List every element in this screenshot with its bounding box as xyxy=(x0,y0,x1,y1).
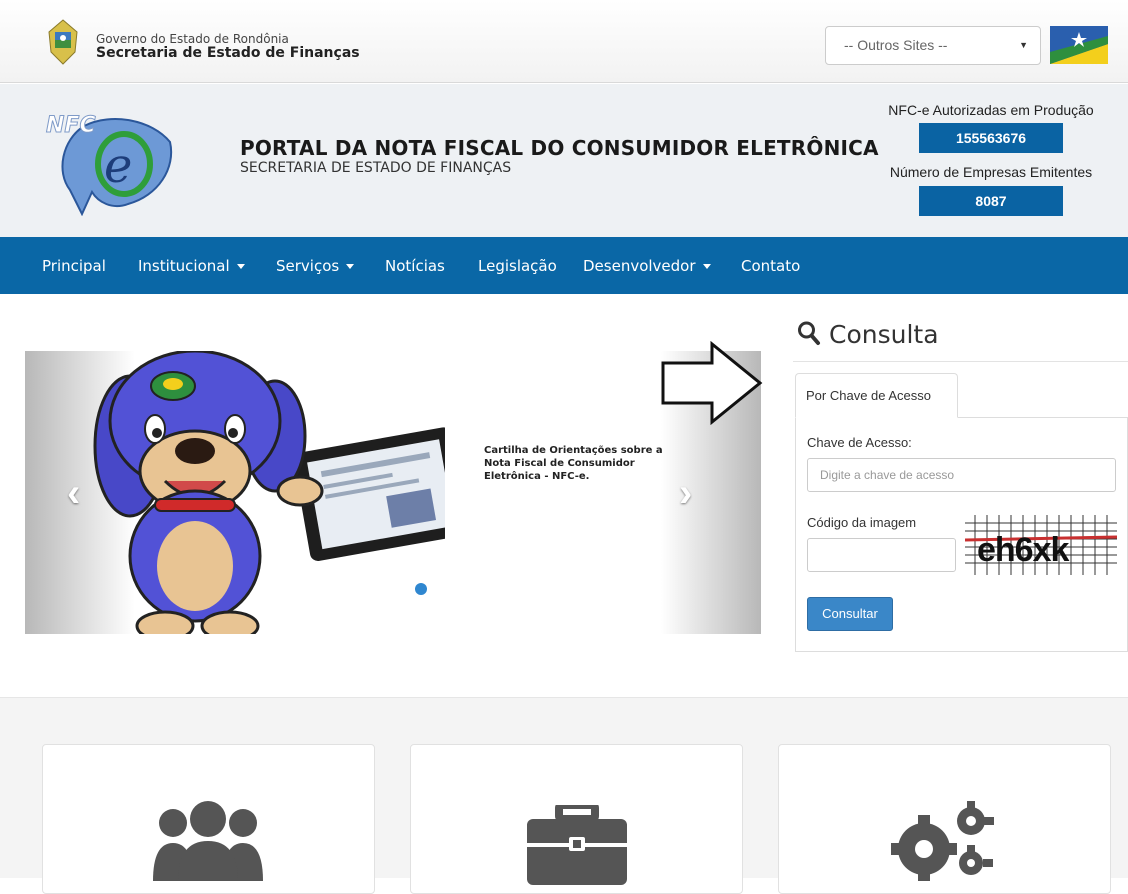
nav-principal-label: Principal xyxy=(42,257,106,275)
consultar-button[interactable]: Consultar xyxy=(807,597,893,631)
caret-down-icon xyxy=(236,264,245,269)
nav-servicos[interactable]: Serviços xyxy=(276,257,355,275)
gov-secretariat-name[interactable]: Secretaria de Estado de Finanças xyxy=(96,45,360,61)
nav-principal[interactable]: Principal xyxy=(42,257,106,275)
other-sites-select-value: -- Outros Sites -- xyxy=(844,37,948,53)
carousel-indicator[interactable] xyxy=(415,583,427,595)
state-crest-icon xyxy=(48,19,78,65)
captcha-text: eh6xk xyxy=(977,531,1069,569)
rondonia-flag-icon xyxy=(1050,26,1108,64)
nav-institucional-label: Institucional xyxy=(138,257,230,275)
gov-state-name: Governo do Estado de Rondônia xyxy=(96,32,289,46)
nfce-logo[interactable]: e NFC xyxy=(42,106,177,216)
captcha-input[interactable] xyxy=(807,538,956,572)
issuing-companies-label: Número de Empresas Emitentes xyxy=(889,164,1093,180)
mascot-dog-illustration xyxy=(93,351,445,634)
feature-card-2[interactable] xyxy=(410,744,743,894)
nav-servicos-label: Serviços xyxy=(276,257,340,275)
main-nav: Principal Institucional Serviços Notícia… xyxy=(0,237,1128,294)
svg-text:NFC: NFC xyxy=(46,113,96,138)
nav-desenvolvedor-label: Desenvolvedor xyxy=(583,257,696,275)
captcha-image: eh6xk xyxy=(965,515,1117,575)
caret-down-icon xyxy=(702,264,711,269)
nav-noticias[interactable]: Notícias xyxy=(385,257,445,275)
chave-input-placeholder: Digite a chave de acesso xyxy=(820,468,955,482)
consulta-divider xyxy=(793,361,1128,362)
issuing-companies-count: 8087 xyxy=(919,186,1063,216)
gears-icon xyxy=(891,801,994,881)
portal-title: PORTAL DA NOTA FISCAL DO CONSUMIDOR ELET… xyxy=(240,136,879,160)
other-sites-select[interactable]: -- Outros Sites -- ▼ xyxy=(825,26,1041,65)
nav-legislacao-label: Legislação xyxy=(478,257,557,275)
pointer-arrow-icon xyxy=(661,341,763,425)
nav-noticias-label: Notícias xyxy=(385,257,445,275)
authorized-nfce-label: NFC-e Autorizadas em Produção xyxy=(888,102,1094,118)
tab-chave-de-acesso[interactable]: Por Chave de Acesso xyxy=(795,373,958,418)
carousel-next-icon[interactable]: › xyxy=(679,471,692,516)
codigo-label: Código da imagem xyxy=(807,515,917,530)
top-bar: Governo do Estado de Rondônia Secretaria… xyxy=(0,0,1128,83)
nav-contato[interactable]: Contato xyxy=(741,257,800,275)
chave-label: Chave de Acesso: xyxy=(807,435,912,450)
banner-carousel[interactable]: ‹ › Cartilha de Orientações sobre a Nota… xyxy=(25,351,761,634)
nav-institucional[interactable]: Institucional xyxy=(138,257,245,275)
users-icon xyxy=(153,801,263,881)
nav-desenvolvedor[interactable]: Desenvolvedor xyxy=(583,257,711,275)
chave-input[interactable]: Digite a chave de acesso xyxy=(807,458,1116,492)
carousel-prev-icon[interactable]: ‹ xyxy=(67,471,80,516)
portal-subtitle: SECRETARIA DE ESTADO DE FINANÇAS xyxy=(240,160,512,176)
authorized-nfce-count: 155563676 xyxy=(919,123,1063,153)
search-icon xyxy=(798,321,820,345)
consulta-title: Consulta xyxy=(829,320,939,349)
feature-card-3[interactable] xyxy=(778,744,1111,894)
portal-header: e NFC PORTAL DA NOTA FISCAL DO CONSUMIDO… xyxy=(0,84,1128,237)
carousel-caption[interactable]: Cartilha de Orientações sobre a Nota Fis… xyxy=(484,444,664,483)
svg-text:e: e xyxy=(104,138,132,194)
feature-card-1[interactable] xyxy=(42,744,375,894)
nav-contato-label: Contato xyxy=(741,257,801,275)
briefcase-icon xyxy=(527,805,627,885)
nav-legislacao[interactable]: Legislação xyxy=(478,257,557,275)
caret-down-icon xyxy=(346,264,355,269)
chevron-down-icon: ▼ xyxy=(1019,40,1028,50)
